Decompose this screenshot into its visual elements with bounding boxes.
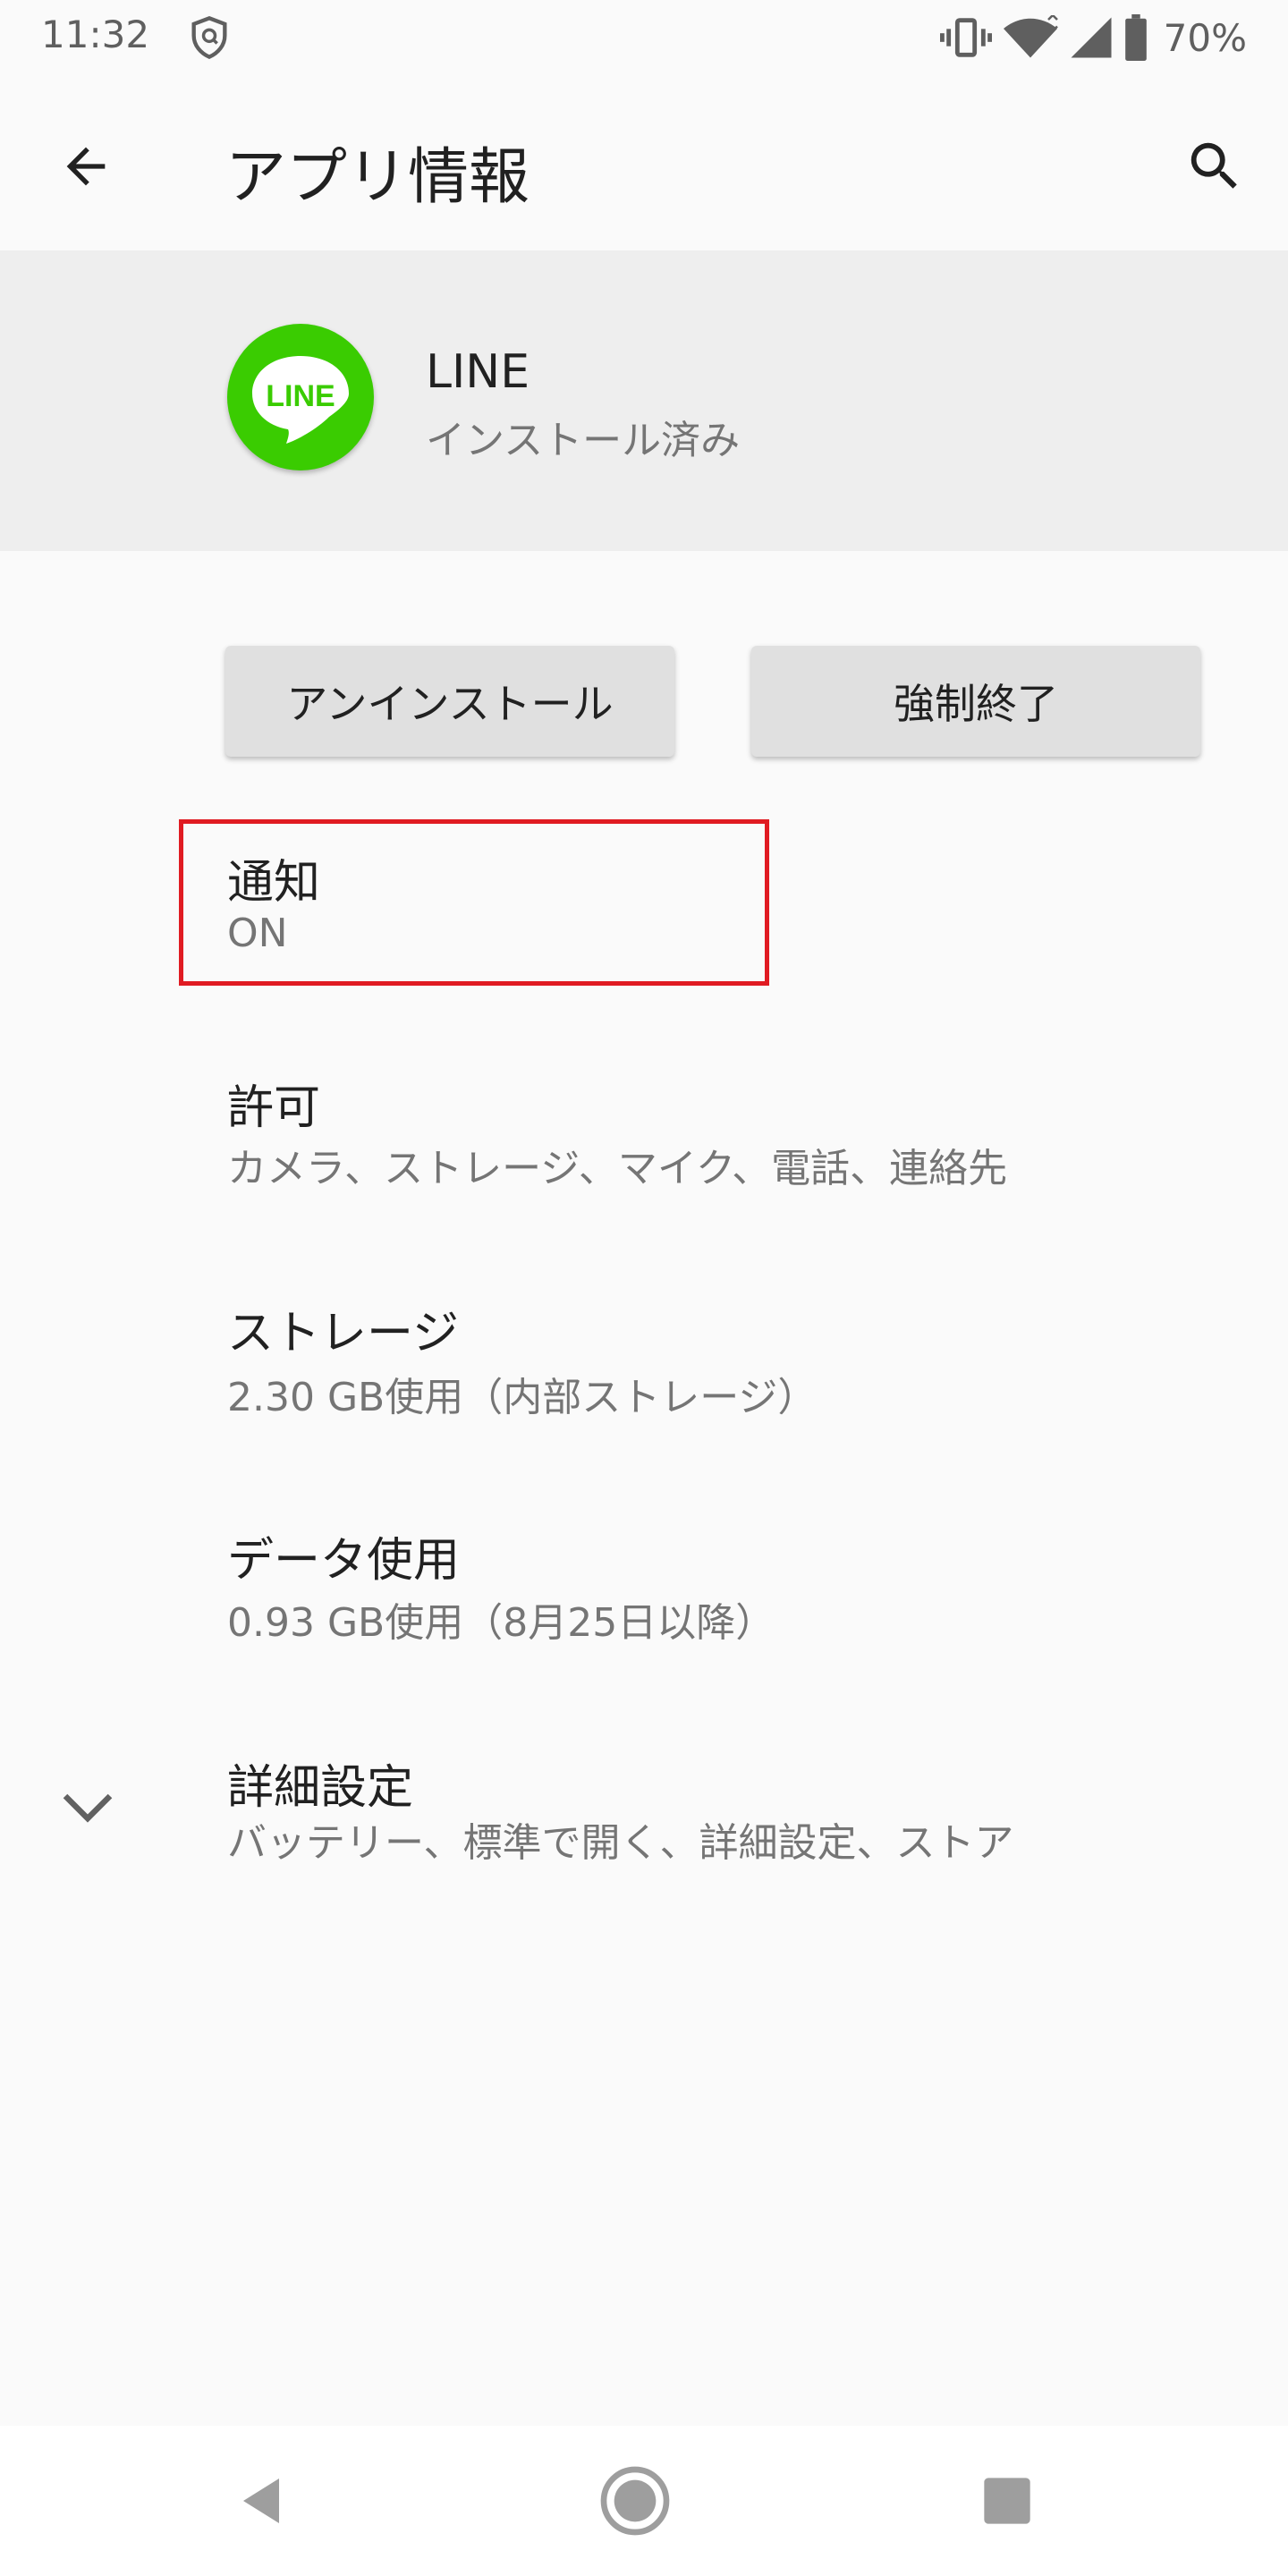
nav-recents-icon xyxy=(984,2478,1030,2524)
nav-back-button[interactable] xyxy=(225,2465,297,2537)
force-stop-button[interactable]: 強制終了 xyxy=(751,646,1200,757)
nav-recents-button[interactable] xyxy=(971,2465,1043,2537)
battery-icon xyxy=(1124,14,1147,61)
item-title: 許可 xyxy=(227,1081,321,1135)
list-item-storage[interactable]: ストレージ 2.30 GB使用（内部ストレージ） xyxy=(0,1259,1288,1483)
status-bar: 11:32 70% xyxy=(0,0,1288,75)
item-title: 詳細設定 xyxy=(227,1761,414,1815)
status-time: 11:32 xyxy=(41,13,150,56)
status-icons: 70% xyxy=(939,13,1247,63)
uninstall-button[interactable]: アンインストール xyxy=(225,646,674,757)
search-button[interactable] xyxy=(1179,131,1250,202)
line-logo-icon: LINE xyxy=(252,356,349,444)
item-summary: 2.30 GB使用（内部ストレージ） xyxy=(227,1375,818,1420)
search-icon xyxy=(1191,142,1237,189)
item-summary: 0.93 GB使用（8月25日以降） xyxy=(227,1600,775,1646)
wifi-icon xyxy=(1003,15,1058,58)
vibrate-icon xyxy=(939,18,992,57)
nav-home-button[interactable] xyxy=(599,2465,671,2537)
back-arrow-icon xyxy=(66,147,106,186)
item-summary: バッテリー、標準で開く、詳細設定、ストア xyxy=(227,1820,1014,1866)
signal-icon xyxy=(1071,17,1112,58)
shield-icon xyxy=(191,16,227,60)
highlight-box xyxy=(179,819,769,986)
list-item-permissions[interactable]: 許可 カメラ、ストレージ、マイク、電話、連絡先 xyxy=(0,1034,1288,1258)
nav-home-icon xyxy=(600,2466,670,2536)
list-item-advanced[interactable]: 詳細設定 バッテリー、標準で開く、詳細設定、ストア xyxy=(0,1723,1288,1946)
app-header: LINE LINE インストール済み xyxy=(0,250,1288,551)
item-title: データ使用 xyxy=(227,1534,461,1588)
app-bar: アプリ情報 xyxy=(0,75,1288,250)
line-logo-text: LINE xyxy=(266,379,335,413)
nav-back-icon xyxy=(243,2479,279,2523)
line-app-icon: LINE xyxy=(227,324,374,470)
battery-percentage: 70% xyxy=(1163,15,1247,60)
item-summary: カメラ、ストレージ、マイク、電話、連絡先 xyxy=(227,1146,1008,1191)
list-item-data-usage[interactable]: データ使用 0.93 GB使用（8月25日以降） xyxy=(0,1487,1288,1710)
back-button[interactable] xyxy=(50,131,122,202)
app-install-status: インストール済み xyxy=(426,418,741,463)
item-title: ストレージ xyxy=(227,1307,459,1360)
chevron-down-icon[interactable] xyxy=(61,1787,114,1832)
app-name: LINE xyxy=(426,345,530,399)
page-title: アプリ情報 xyxy=(225,142,530,213)
navigation-bar xyxy=(0,2426,1288,2576)
